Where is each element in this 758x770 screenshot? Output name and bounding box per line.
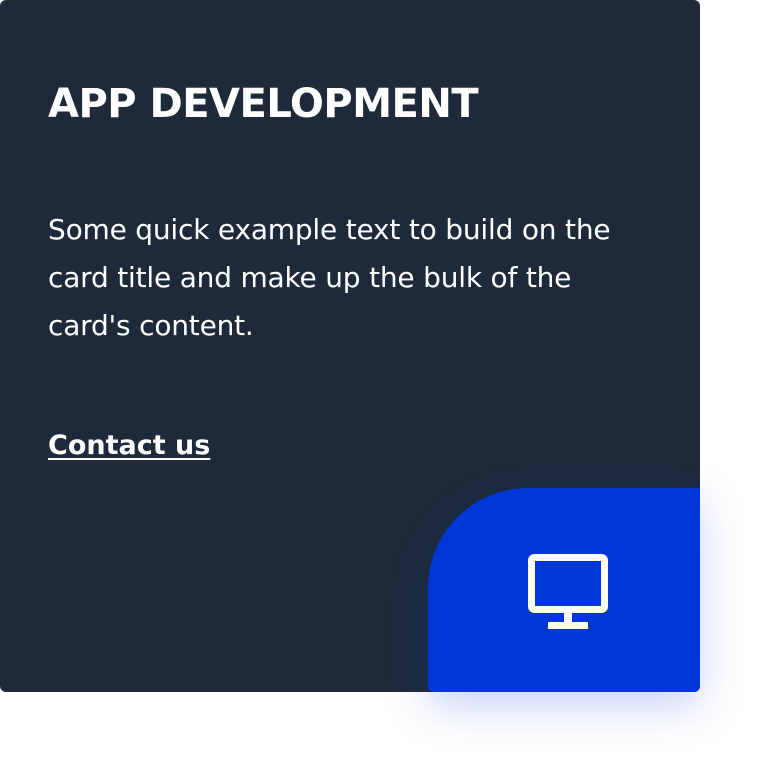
monitor-icon: [528, 554, 608, 629]
card-description: Some quick example text to build on the …: [48, 213, 611, 342]
icon-tile: [428, 488, 700, 692]
card-title: APP DEVELOPMENT: [48, 81, 479, 127]
contact-us-link[interactable]: Contact us: [48, 428, 210, 464]
